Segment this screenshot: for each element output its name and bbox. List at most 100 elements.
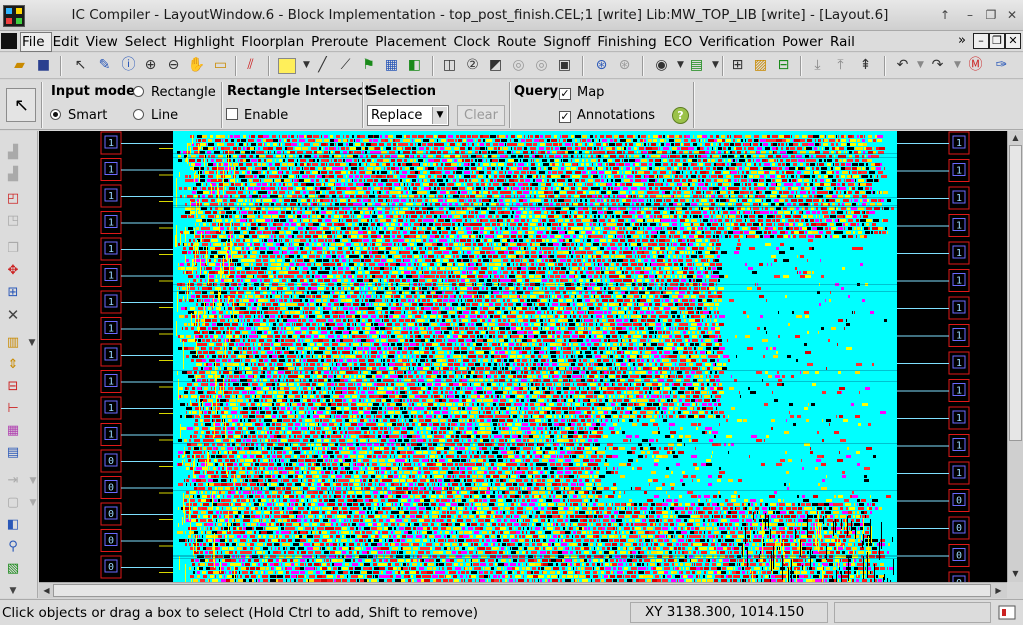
- zoom-out-icon[interactable]: ⊖: [164, 56, 183, 75]
- menu-file[interactable]: File: [20, 32, 52, 52]
- view-box-icon[interactable]: ▣: [555, 56, 574, 75]
- layout-canvas[interactable]: 111111111111000000111111111111100000: [39, 131, 1007, 582]
- pan-hand-icon[interactable]: ✋: [187, 56, 206, 75]
- zoom-in-icon[interactable]: ⊕: [141, 56, 160, 75]
- input-mode-line-radio[interactable]: Line: [133, 108, 178, 123]
- stamp-icon[interactable]: ▟: [5, 145, 21, 161]
- add-object-icon[interactable]: ⊞: [5, 285, 21, 301]
- align-icon[interactable]: ⊞: [728, 56, 747, 75]
- search-forward-icon[interactable]: ⊛: [615, 56, 634, 75]
- layout-view[interactable]: 111111111111000000111111111111100000: [39, 131, 1007, 582]
- mdi-window-icon[interactable]: [1, 33, 17, 49]
- push-down-icon[interactable]: ⤓: [808, 56, 827, 75]
- route-icon[interactable]: ⇥: [5, 473, 21, 489]
- draw-path-icon[interactable]: ⟋: [336, 56, 355, 75]
- menu-rail[interactable]: Rail: [829, 33, 861, 51]
- resize-dropdown-icon[interactable]: ▼: [24, 335, 40, 351]
- view-next-icon[interactable]: ◎: [532, 56, 551, 75]
- draw-line-icon[interactable]: ╱: [313, 56, 332, 75]
- align-edge-icon[interactable]: ⊢: [5, 401, 21, 417]
- select-pointer-icon[interactable]: ↖: [71, 56, 90, 75]
- layers-icon[interactable]: ◧: [405, 56, 424, 75]
- mdi-restore-icon[interactable]: ❐: [989, 33, 1005, 49]
- chop-icon[interactable]: ▤: [5, 445, 21, 461]
- menu-eco[interactable]: ECO: [663, 33, 699, 51]
- view-2-icon[interactable]: ②: [463, 56, 482, 75]
- grid-icon[interactable]: ▦: [382, 56, 401, 75]
- undo-icon[interactable]: ↶: [893, 56, 912, 75]
- menu-route[interactable]: Route: [496, 33, 542, 51]
- menu-clock[interactable]: Clock: [452, 33, 496, 51]
- layer-color-swatch-icon[interactable]: [278, 58, 296, 74]
- open-icon[interactable]: ▰: [10, 56, 29, 75]
- window-restore-icon[interactable]: ❐: [984, 8, 998, 22]
- menu-signoff[interactable]: Signoff: [542, 33, 596, 51]
- window-minimize-icon[interactable]: –: [963, 8, 977, 22]
- mdi-minimize-icon[interactable]: –: [973, 33, 989, 49]
- pin-icon[interactable]: ⚲: [5, 539, 21, 555]
- flag-icon[interactable]: ⚑: [359, 56, 378, 75]
- redo-dropdown-icon[interactable]: ▼: [948, 56, 967, 75]
- menu-finishing[interactable]: Finishing: [596, 33, 662, 51]
- ruler-icon[interactable]: ▭: [211, 56, 230, 75]
- selection-mode-select[interactable]: Replace ▼: [367, 105, 449, 126]
- scroll-down-icon[interactable]: ▼: [1010, 568, 1021, 579]
- pop-top-icon[interactable]: ⇞: [856, 56, 875, 75]
- distribute-icon[interactable]: ▨: [751, 56, 770, 75]
- resize-icon[interactable]: ▥: [5, 335, 21, 351]
- tool-icon[interactable]: ✑: [992, 56, 1011, 75]
- menu-highlight[interactable]: Highlight: [172, 33, 240, 51]
- pop-up-icon[interactable]: ⤒: [831, 56, 850, 75]
- help-icon[interactable]: ?: [672, 107, 689, 124]
- view-prev-icon[interactable]: ◎: [509, 56, 528, 75]
- scroll-left-icon[interactable]: ◀: [41, 585, 52, 596]
- menu-overflow-button[interactable]: »: [958, 33, 966, 48]
- info-icon[interactable]: ⓘ: [119, 56, 138, 75]
- more-tools-icon[interactable]: ▼: [5, 583, 21, 599]
- menu-placement[interactable]: Placement: [374, 33, 452, 51]
- spread-icon[interactable]: ▦: [5, 423, 21, 439]
- vertical-scrollbar[interactable]: ▲ ▼: [1007, 131, 1023, 582]
- save-icon[interactable]: ■: [34, 56, 53, 75]
- scroll-right-icon[interactable]: ▶: [993, 585, 1004, 596]
- edit-pencil-icon[interactable]: ✎: [95, 56, 114, 75]
- input-mode-rectangle-radio[interactable]: Rectangle: [133, 85, 216, 100]
- horizontal-scroll-thumb[interactable]: [53, 584, 991, 597]
- select-mode-arrow-button[interactable]: ↖: [6, 88, 36, 122]
- menu-floorplan[interactable]: Floorplan: [240, 33, 310, 51]
- snapshot-icon[interactable]: ▤: [687, 56, 706, 75]
- hierarchy-icon[interactable]: ⊟: [774, 56, 793, 75]
- rectangle-intersect-enable-checkbox[interactable]: Enable: [226, 108, 288, 123]
- delete-icon[interactable]: ✕: [5, 307, 21, 323]
- vertical-scroll-thumb[interactable]: [1009, 145, 1022, 441]
- menu-verification[interactable]: Verification: [698, 33, 781, 51]
- input-mode-smart-radio[interactable]: Smart: [50, 108, 107, 123]
- blockage-icon[interactable]: ▢: [5, 495, 21, 511]
- split-icon[interactable]: ⊟: [5, 379, 21, 395]
- view-refresh-icon[interactable]: ◫: [440, 56, 459, 75]
- menu-view[interactable]: View: [85, 33, 124, 51]
- select-rect-icon[interactable]: ◰: [5, 191, 21, 207]
- query-map-checkbox[interactable]: ✓ Map: [559, 85, 604, 100]
- view-fit-icon[interactable]: ◩: [486, 56, 505, 75]
- menu-preroute[interactable]: Preroute: [310, 33, 374, 51]
- camera-icon[interactable]: ◉: [652, 56, 671, 75]
- copy-icon[interactable]: ❐: [5, 241, 21, 257]
- menu-power[interactable]: Power: [781, 33, 829, 51]
- clear-selection-button[interactable]: Clear: [457, 105, 505, 126]
- search-backward-icon[interactable]: ⊛: [592, 56, 611, 75]
- menu-edit[interactable]: Edit: [52, 33, 85, 51]
- bounds-icon[interactable]: ◧: [5, 517, 21, 533]
- select-poly-icon[interactable]: ◳: [5, 213, 21, 229]
- image-icon[interactable]: ▧: [5, 561, 21, 577]
- redo-icon[interactable]: ↷: [928, 56, 947, 75]
- cut-route-icon[interactable]: ⫽: [241, 56, 260, 75]
- script-icon[interactable]: Ⓜ: [966, 56, 985, 75]
- window-close-icon[interactable]: ✕: [1005, 8, 1019, 22]
- query-annotations-checkbox[interactable]: ✓ Annotations: [559, 108, 655, 123]
- stretch-icon[interactable]: ⇕: [5, 357, 21, 373]
- scroll-up-icon[interactable]: ▲: [1010, 132, 1021, 143]
- window-up-icon[interactable]: ↑: [938, 8, 952, 22]
- mdi-close-icon[interactable]: ✕: [1005, 33, 1021, 49]
- copy-stamp-icon[interactable]: ▟: [5, 167, 21, 183]
